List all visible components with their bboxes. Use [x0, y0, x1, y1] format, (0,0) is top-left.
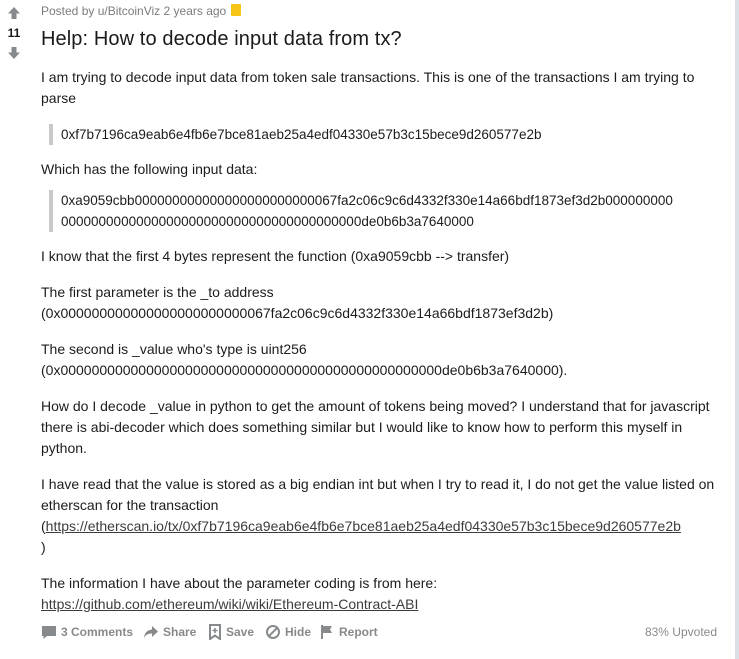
save-label: Save — [226, 625, 255, 639]
body-text: I have read that the value is stored as … — [41, 476, 715, 513]
body-paragraph: The first parameter is the _to address (… — [41, 282, 721, 324]
body-paragraph: The information I have about the paramet… — [41, 573, 721, 615]
github-abi-link[interactable]: https://github.com/ethereum/wiki/wiki/Et… — [41, 594, 721, 615]
body-text: ) — [41, 539, 46, 555]
body-text: The first parameter is the _to address — [41, 284, 274, 300]
report-button[interactable]: Report — [319, 621, 378, 643]
save-button[interactable]: Save — [208, 621, 254, 643]
body-paragraph: I know that the first 4 bytes represent … — [41, 248, 510, 264]
etherscan-link-line: (https://etherscan.io/tx/0xf7b7196ca9eab… — [41, 516, 721, 537]
downvote-button[interactable] — [0, 44, 28, 62]
post-body: I am trying to decode input data from to… — [41, 67, 721, 630]
body-paragraph: How do I decode _value in python to get … — [41, 398, 710, 456]
body-text: The second is _value who's type is uint2… — [41, 341, 307, 357]
comment-icon — [42, 626, 56, 639]
body-text: (0x0000000000000000000000000000000000000… — [41, 362, 568, 378]
page-background-edge — [735, 0, 739, 659]
body-paragraph: The second is _value who's type is uint2… — [41, 339, 721, 381]
post-title[interactable]: Help: How to decode input data from tx? — [41, 28, 402, 51]
blockquote-tx-hash: 0xf7b7196ca9eab6e4fb6e7bce81aeb25a4edf04… — [49, 124, 721, 145]
arrow-up-icon — [8, 7, 20, 19]
post-byline[interactable]: Posted by u/BitcoinViz 2 years ago — [41, 4, 226, 18]
post-action-bar: 3 Comments Share Save Hide Report 83% Up… — [41, 621, 721, 643]
body-text: (0x000000000000000000000000067fa2c06c9c6… — [41, 305, 554, 321]
post-card: 11 Posted by u/BitcoinViz 2 years ago He… — [0, 0, 735, 659]
body-paragraph: I have read that the value is stored as … — [41, 474, 721, 558]
post-meta: Posted by u/BitcoinViz 2 years ago — [41, 4, 242, 18]
arrow-down-icon — [8, 47, 20, 59]
body-text: The information I have about the paramet… — [41, 575, 438, 591]
flag-icon — [321, 625, 332, 639]
share-icon — [144, 626, 158, 638]
share-label: Share — [163, 625, 197, 639]
hide-label: Hide — [285, 625, 312, 639]
body-paragraph: I am trying to decode input data from to… — [41, 69, 695, 106]
share-button[interactable]: Share — [143, 621, 196, 643]
quote-line: 0000000000000000000000000000000000000000… — [61, 214, 474, 229]
blockquote-input-data: 0xa9059cbb000000000000000000000000067fa2… — [49, 190, 721, 232]
quote-line: 0xf7b7196ca9eab6e4fb6e7bce81aeb25a4edf04… — [61, 127, 542, 142]
hide-icon — [266, 625, 280, 639]
etherscan-link[interactable]: https://etherscan.io/tx/0xf7b7196ca9eab6… — [46, 518, 681, 534]
comments-button[interactable]: 3 Comments — [41, 621, 133, 643]
comments-label: 3 Comments — [61, 625, 134, 639]
upvote-button[interactable] — [0, 4, 28, 22]
bookmark-icon — [209, 624, 221, 640]
vote-score: 11 — [7, 26, 21, 40]
report-label: Report — [339, 625, 378, 639]
award-icon[interactable] — [231, 4, 242, 16]
body-paragraph: Which has the following input data: — [41, 161, 258, 177]
upvote-ratio: 83% Upvoted — [644, 625, 717, 639]
quote-line: 0xa9059cbb000000000000000000000000067fa2… — [61, 193, 673, 208]
hide-button[interactable]: Hide — [265, 621, 311, 643]
